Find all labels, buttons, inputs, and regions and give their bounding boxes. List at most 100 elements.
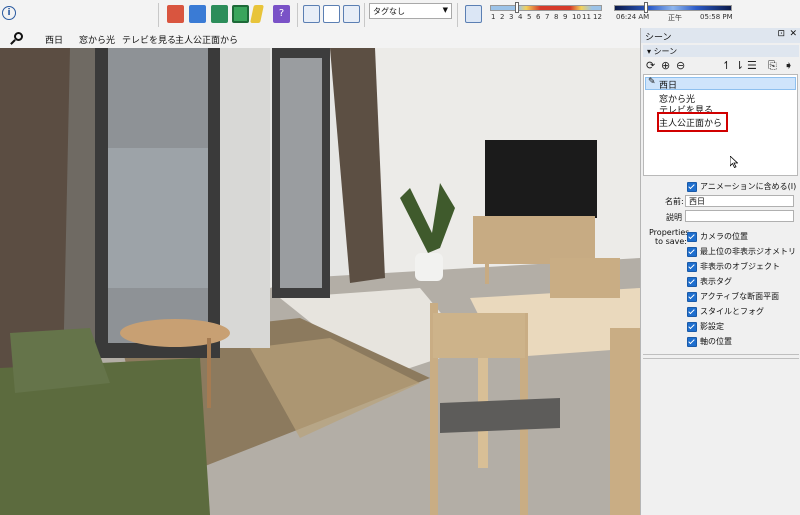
highlight-box — [657, 112, 728, 132]
list-item[interactable]: 西日 — [659, 78, 677, 91]
month-label: 11 — [582, 13, 591, 21]
tray-title-bar: シーン ⊡ ✕ — [641, 28, 800, 43]
property-checkbox[interactable] — [687, 246, 697, 257]
month-label: 6 — [536, 13, 541, 21]
property-label: カメラの位置 — [700, 232, 748, 241]
scene-section-header[interactable]: ▾ シーン — [643, 45, 799, 57]
room-render — [0, 48, 640, 515]
time-slider[interactable] — [614, 5, 732, 11]
month-label: 9 — [563, 13, 568, 21]
month-label: 8 — [554, 13, 559, 21]
property-checkbox[interactable] — [687, 336, 697, 347]
search-icon-handle — [10, 39, 16, 45]
scenes-tray: シーン ⊡ ✕ ▾ シーン ⟳ ⊕ ⊖ ↿ ⇂ ☰ ⎘ ➧ ✎ 西日 窓から光 … — [640, 28, 800, 515]
move-down-icon[interactable]: ⇂ — [735, 59, 744, 72]
style-builder-icon[interactable] — [250, 5, 264, 23]
toolbar-separator — [457, 3, 458, 27]
shadow-toggle-icon[interactable] — [465, 5, 482, 23]
name-label: 名前: — [665, 197, 684, 206]
property-checkbox[interactable] — [687, 321, 697, 332]
month-label: 2 — [500, 13, 505, 21]
close-icon[interactable]: ✕ — [789, 29, 797, 39]
scene-toolbar: ⟳ ⊕ ⊖ ↿ ⇂ ☰ ⎘ ➧ — [643, 59, 799, 75]
property-row[interactable]: 影設定 — [687, 321, 724, 332]
property-row[interactable]: スタイルとフォグ — [687, 306, 764, 317]
month-label: 3 — [509, 13, 514, 21]
tab-scene-3[interactable]: テレビを見る — [122, 33, 176, 46]
help-icon[interactable]: ? — [273, 5, 290, 23]
property-row[interactable]: カメラの位置 — [687, 231, 748, 242]
add-scene-icon[interactable]: ⊕ — [661, 59, 670, 72]
properties-label: Properties — [649, 228, 690, 237]
month-label: 10 — [572, 13, 581, 21]
month-label: 7 — [545, 13, 550, 21]
month-label: 12 — [593, 13, 602, 21]
property-checkbox[interactable] — [687, 306, 697, 317]
scene-tab-bar: 西日 窓から光 テレビを見る 主人公正面から — [0, 30, 640, 48]
scene-update-icon[interactable] — [303, 5, 320, 23]
refresh-icon[interactable]: ⟳ — [646, 59, 655, 72]
view-options-icon[interactable]: ☰ — [747, 59, 757, 72]
include-animation-checkbox[interactable] — [687, 181, 697, 192]
tray-title: シーン — [645, 33, 672, 43]
toolbar-separator — [297, 3, 298, 27]
name-field[interactable]: 西日 — [685, 195, 794, 207]
property-label: 影設定 — [700, 322, 724, 331]
time-start-label: 06:24 AM — [616, 13, 650, 21]
month-slider[interactable] — [490, 5, 602, 11]
property-checkbox[interactable] — [687, 231, 697, 242]
property-label: アクティブな断面平面 — [700, 292, 780, 301]
property-label: スタイルとフォグ — [700, 307, 764, 316]
upload-icon[interactable] — [189, 5, 206, 23]
property-label: 非表示のオブジェクト — [700, 262, 780, 271]
toolbar-separator — [364, 3, 365, 27]
main-toolbar: i ? タグなし ▼ 1 2 3 4 5 6 7 8 9 10 11 12 06… — [0, 0, 800, 31]
remove-scene-icon[interactable]: ⊖ — [676, 59, 685, 72]
scene-list-icon[interactable] — [323, 5, 340, 23]
property-row[interactable]: 非表示のオブジェクト — [687, 261, 780, 272]
pencil-icon: ✎ — [648, 77, 656, 87]
model-viewport[interactable] — [0, 48, 640, 515]
property-checkbox[interactable] — [687, 261, 697, 272]
property-row[interactable]: アクティブな断面平面 — [687, 291, 779, 302]
month-slider-thumb[interactable] — [515, 2, 519, 13]
chevron-down-icon: ▼ — [442, 6, 448, 14]
month-label: 5 — [527, 13, 532, 21]
description-label: 説明 — [666, 213, 682, 222]
section-title: シーン — [653, 47, 678, 56]
details-icon[interactable]: ⎘ — [768, 59, 777, 73]
tab-scene-2[interactable]: 窓から光 — [79, 33, 115, 46]
month-label: 1 — [491, 13, 496, 21]
info-icon[interactable]: i — [2, 6, 16, 20]
month-label: 4 — [518, 13, 523, 21]
layout-icon[interactable] — [232, 5, 249, 23]
sketchup-warehouse-icon[interactable] — [167, 5, 184, 23]
panel-splitter[interactable] — [643, 354, 799, 359]
property-checkbox[interactable] — [687, 291, 697, 302]
toolbar-separator — [158, 3, 159, 27]
time-noon-label: 正午 — [668, 14, 682, 22]
scene-list[interactable]: ✎ 西日 窓から光 テレビを見る 主人公正面から — [643, 74, 798, 176]
tab-scene-1[interactable]: 西日 — [45, 33, 63, 46]
property-row[interactable]: 表示タグ — [687, 276, 732, 287]
scene-next-icon[interactable] — [343, 5, 360, 23]
time-slider-thumb[interactable] — [644, 2, 648, 13]
description-field[interactable] — [685, 210, 794, 222]
property-label: 表示タグ — [700, 277, 732, 286]
tab-scene-4[interactable]: 主人公正面から — [175, 33, 238, 46]
tag-select-value: タグなし — [373, 7, 405, 16]
property-checkbox[interactable] — [687, 276, 697, 287]
mouse-cursor-icon — [730, 156, 738, 168]
property-label: 最上位の非表示ジオメトリ — [700, 247, 796, 256]
extension-warehouse-icon[interactable] — [211, 5, 228, 23]
include-animation-label: アニメーションに含める(I) — [700, 182, 797, 191]
include-animation-row[interactable]: アニメーションに含める(I) — [687, 181, 796, 192]
property-row[interactable]: 軸の位置 — [687, 336, 732, 347]
show-details-icon[interactable]: ➧ — [784, 59, 793, 72]
pin-icon[interactable]: ⊡ — [777, 29, 785, 39]
tag-select[interactable]: タグなし ▼ — [369, 3, 452, 19]
property-label: 軸の位置 — [700, 337, 732, 346]
property-row[interactable]: 最上位の非表示ジオメトリ — [687, 246, 796, 257]
move-up-icon[interactable]: ↿ — [722, 59, 731, 72]
properties-label: to save: — [655, 237, 687, 246]
